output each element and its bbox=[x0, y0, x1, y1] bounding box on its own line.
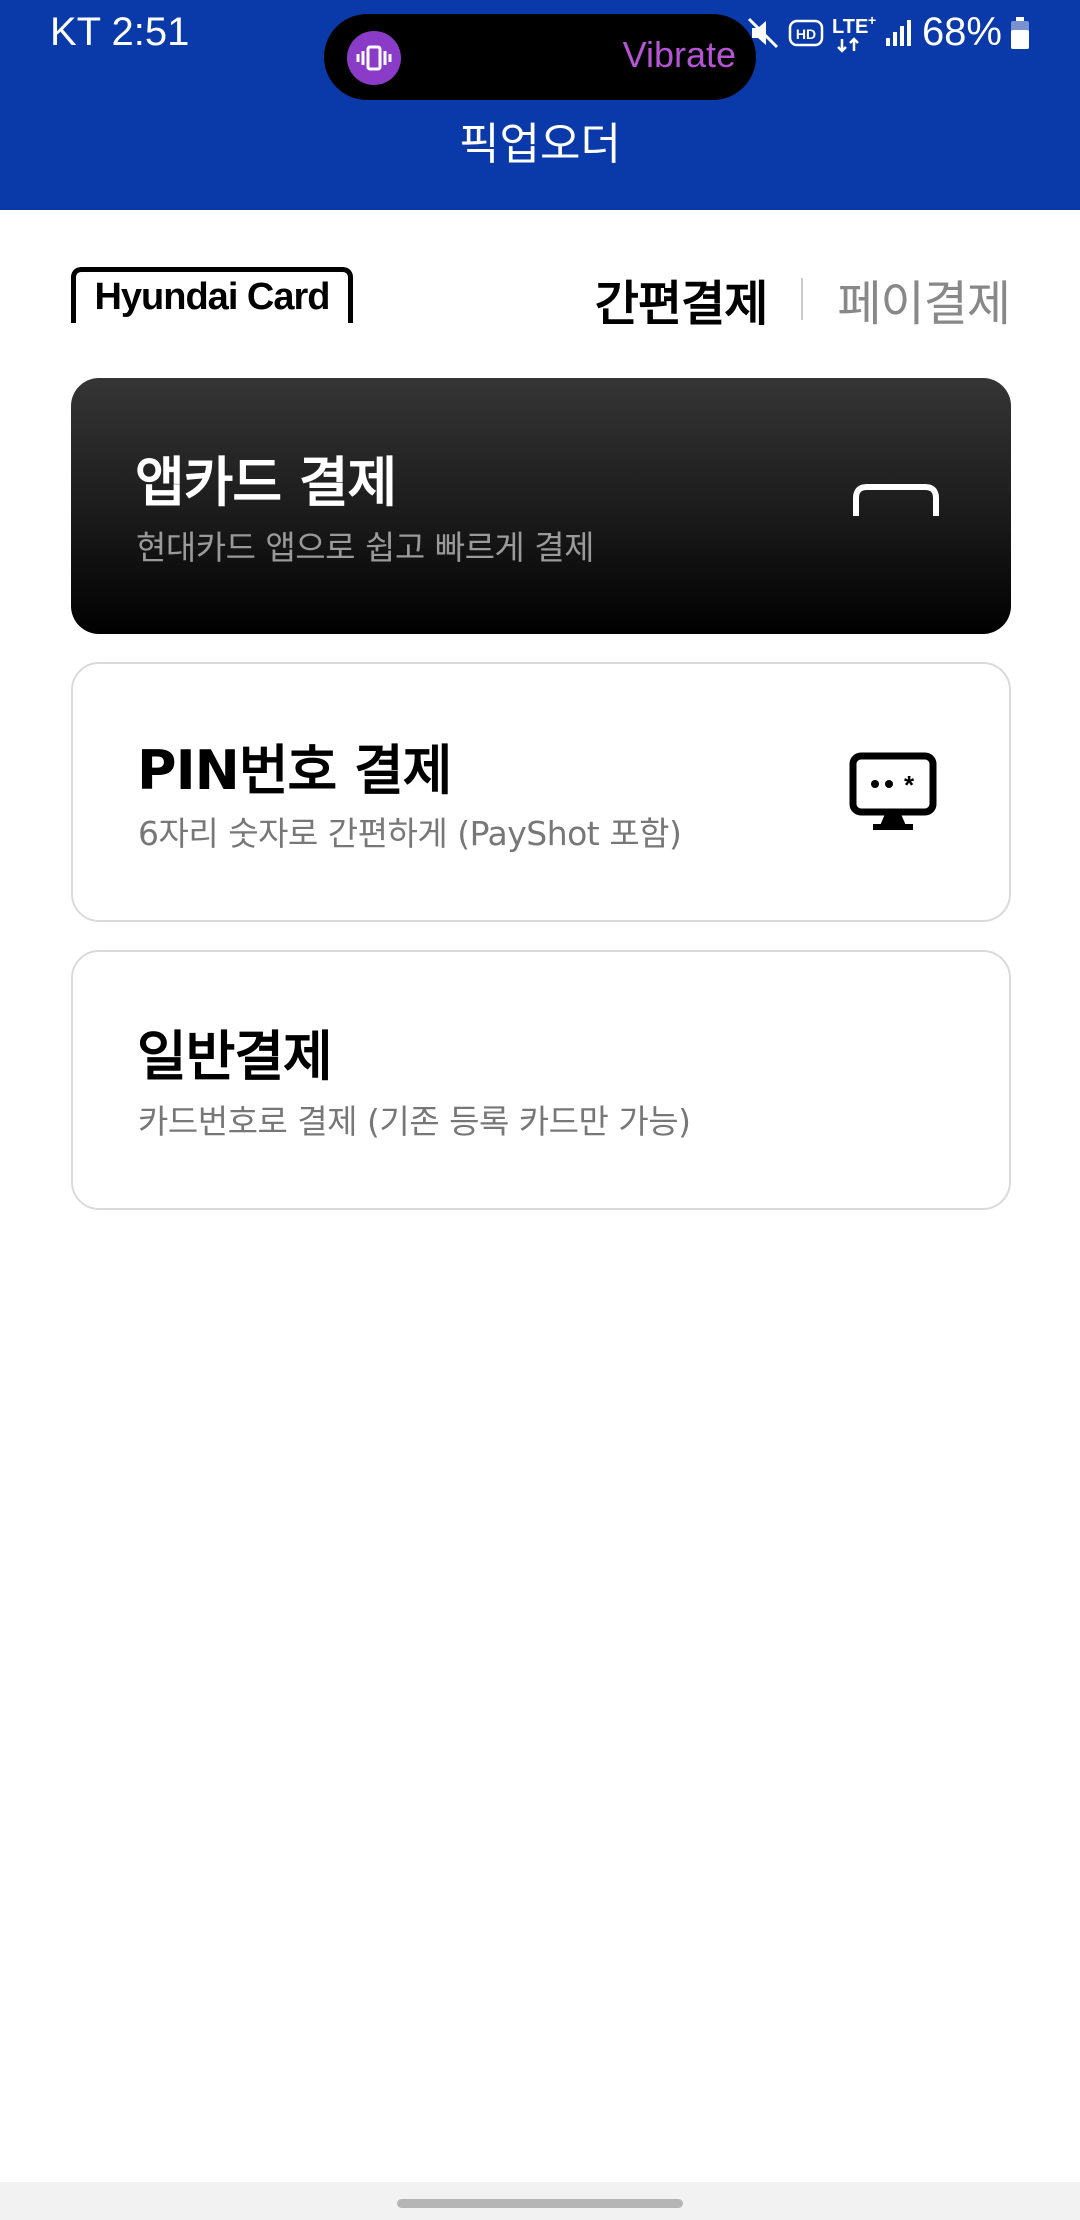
svg-text:+: + bbox=[868, 13, 876, 28]
payment-tabs: 간편결제 페이결제 bbox=[595, 268, 1011, 332]
svg-text:*: * bbox=[904, 770, 915, 800]
app-card-payment-button[interactable]: 앱카드 결제 현대카드 앱으로 쉽고 빠르게 결제 bbox=[71, 378, 1011, 634]
hd-icon: HD bbox=[788, 18, 824, 48]
app-header: KT 2:51 Vibrate HD LTE + 68% 픽업오더 bbox=[0, 0, 1080, 210]
card-title: 앱카드 결제 bbox=[135, 451, 397, 514]
tab-divider bbox=[801, 278, 804, 320]
app-card-icon bbox=[853, 484, 939, 522]
page-title: 픽업오더 bbox=[459, 119, 621, 170]
status-time: KT 2:51 bbox=[50, 10, 190, 54]
tab-simple-pay[interactable]: 간편결제 bbox=[595, 264, 769, 334]
tab-pay-payment[interactable]: 페이결제 bbox=[837, 264, 1011, 334]
system-nav-bar bbox=[0, 2182, 1080, 2220]
pin-payment-button[interactable]: PIN번호 결제 6자리 숫자로 간편하게 (PayShot 포함) * bbox=[71, 662, 1011, 922]
card-subtitle: 카드번호로 결제 (기존 등록 카드만 가능) bbox=[138, 1102, 691, 1141]
home-gesture-handle[interactable] bbox=[397, 2199, 683, 2208]
signal-icon bbox=[884, 18, 914, 48]
normal-payment-button[interactable]: 일반결제 카드번호로 결제 (기존 등록 카드만 가능) bbox=[71, 950, 1011, 1210]
lte-icon: LTE + bbox=[832, 13, 876, 53]
card-subtitle: 6자리 숫자로 간편하게 (PayShot 포함) bbox=[138, 814, 682, 853]
status-icons: HD LTE + 68% bbox=[746, 10, 1030, 55]
vibrate-indicator[interactable]: Vibrate bbox=[324, 14, 756, 100]
svg-text:HD: HD bbox=[796, 26, 816, 42]
mute-icon bbox=[746, 16, 780, 50]
vibrate-label: Vibrate bbox=[622, 34, 736, 75]
card-title: 일반결제 bbox=[137, 1025, 333, 1088]
svg-text:LTE: LTE bbox=[832, 16, 868, 38]
pin-monitor-icon: * bbox=[849, 752, 937, 836]
battery-icon bbox=[1010, 16, 1030, 50]
vibrate-icon bbox=[347, 31, 401, 85]
card-subtitle: 현대카드 앱으로 쉽고 빠르게 결제 bbox=[136, 528, 595, 567]
battery-percent: 68% bbox=[921, 10, 1002, 54]
card-title: PIN번호 결제 bbox=[137, 739, 452, 802]
hyundai-card-logo: Hyundai Card bbox=[71, 267, 353, 323]
